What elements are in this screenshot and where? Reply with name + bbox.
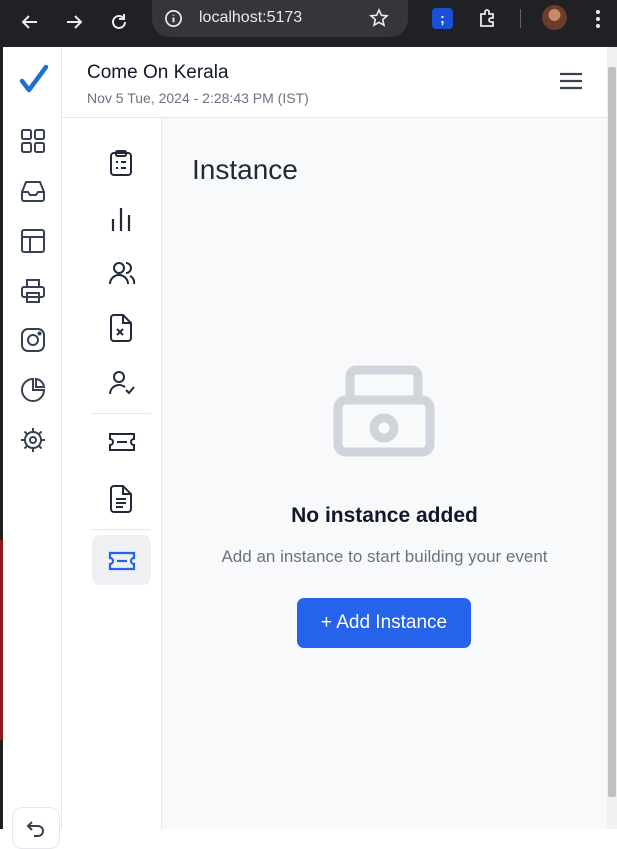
- back-arrow-icon[interactable]: [20, 12, 40, 32]
- clipboard-list-icon[interactable]: [108, 149, 134, 177]
- address-bar[interactable]: localhost:5173: [152, 0, 408, 37]
- empty-state-subtitle: Add an instance to start building your e…: [221, 547, 548, 566]
- settings-icon[interactable]: [19, 426, 47, 454]
- instagram-icon[interactable]: [19, 326, 47, 354]
- user-check-icon[interactable]: [108, 369, 136, 397]
- printer-icon[interactable]: [19, 277, 47, 305]
- scrollbar-thumb[interactable]: [608, 67, 616, 797]
- forward-arrow-icon[interactable]: [64, 12, 84, 32]
- pie-chart-icon[interactable]: [19, 376, 47, 404]
- reload-icon[interactable]: [109, 12, 129, 32]
- file-x-icon[interactable]: [108, 313, 134, 343]
- empty-state-title: No instance added: [291, 504, 478, 527]
- hamburger-menu-icon[interactable]: [559, 71, 583, 91]
- current-datetime: Nov 5 Tue, 2024 - 2:28:43 PM (IST): [87, 90, 309, 106]
- ticket-active-icon[interactable]: [108, 549, 136, 573]
- nav-divider: [91, 529, 151, 530]
- page-scrollbar[interactable]: [607, 47, 617, 829]
- users-icon[interactable]: [108, 259, 136, 287]
- undo-back-button[interactable]: [12, 807, 60, 849]
- lock-box-empty-icon: [332, 358, 436, 458]
- extension-badge-icon[interactable]: ;: [432, 8, 453, 29]
- layout-icon[interactable]: [19, 227, 47, 255]
- page-header: Come On Kerala Nov 5 Tue, 2024 - 2:28:43…: [62, 47, 607, 118]
- logo-check-icon[interactable]: [19, 65, 49, 95]
- more-menu-icon[interactable]: [594, 8, 602, 30]
- inbox-icon[interactable]: [19, 177, 47, 205]
- bar-chart-icon[interactable]: [108, 205, 134, 233]
- browser-toolbar: localhost:5173 ;: [0, 0, 617, 47]
- main-content: Instance No instance added Add an instan…: [162, 118, 607, 829]
- add-instance-button[interactable]: + Add Instance: [297, 598, 471, 648]
- profile-avatar[interactable]: [542, 5, 567, 30]
- event-sub-navigation: [62, 118, 162, 829]
- app-icon-rail: [3, 47, 62, 849]
- nav-divider: [91, 413, 151, 414]
- site-info-icon[interactable]: [164, 9, 183, 28]
- page-title: Instance: [192, 154, 298, 185]
- ticket-icon[interactable]: [108, 430, 136, 454]
- undo-arrow-icon: [26, 821, 44, 837]
- toolbar-divider: [520, 9, 521, 28]
- organization-name: Come On Kerala: [87, 62, 229, 83]
- dashboard-grid-icon[interactable]: [19, 127, 47, 155]
- bookmark-star-icon[interactable]: [369, 8, 389, 28]
- extensions-puzzle-icon[interactable]: [477, 7, 499, 29]
- file-text-icon[interactable]: [108, 484, 134, 514]
- url-text: localhost:5173: [199, 9, 303, 26]
